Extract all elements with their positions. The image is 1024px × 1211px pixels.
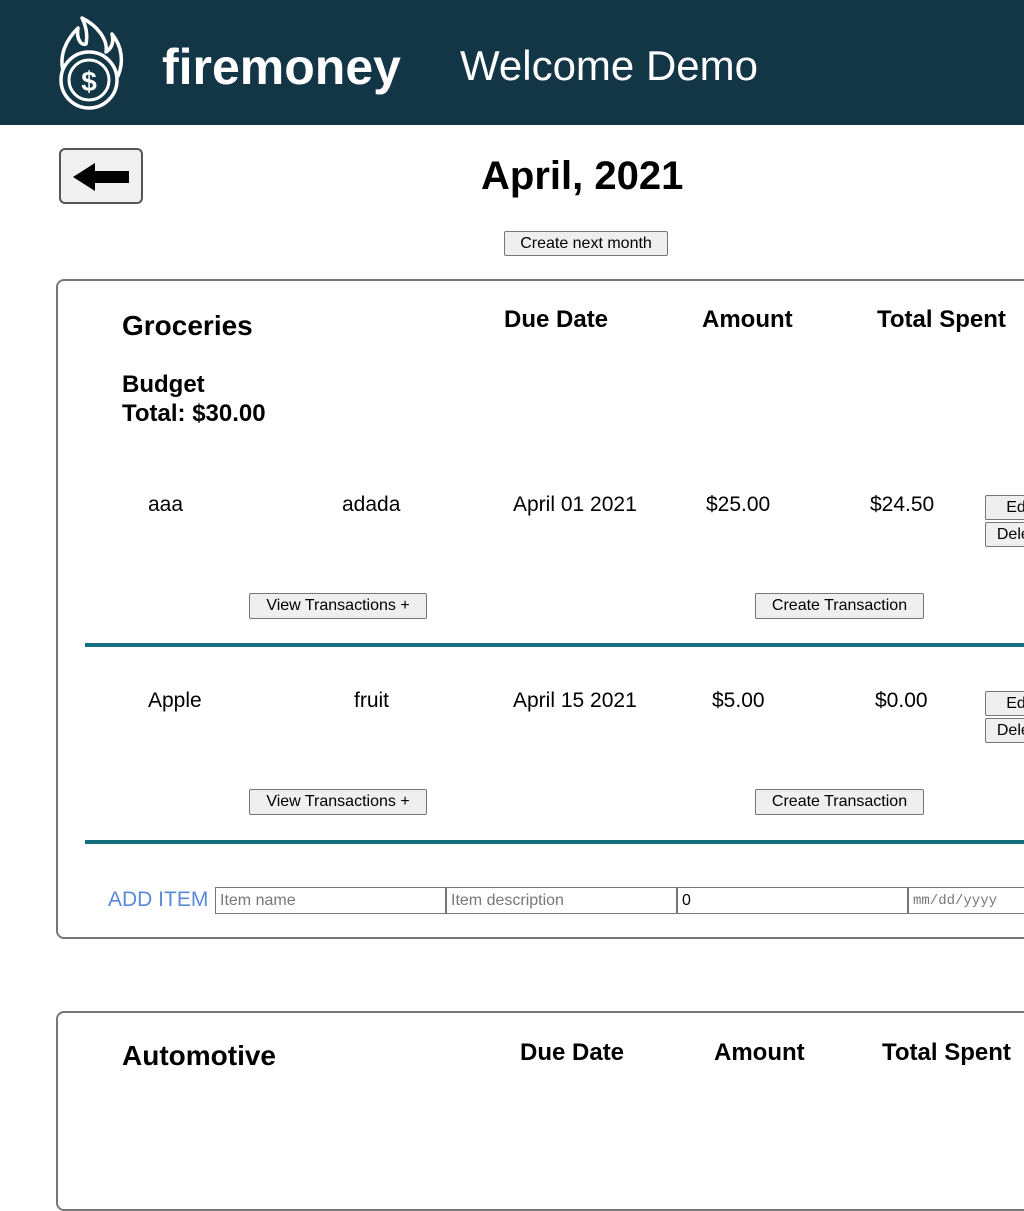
create-transaction-button[interactable]: Create Transaction	[755, 789, 924, 815]
column-header-amount: Amount	[714, 1039, 805, 1066]
create-transaction-button[interactable]: Create Transaction	[755, 593, 924, 619]
item-name: aaa	[148, 493, 184, 516]
create-next-month-button[interactable]: Create next month	[504, 231, 668, 256]
flame-dollar-coin-icon: $	[59, 16, 124, 110]
column-header-total-spent: Total Spent	[882, 1039, 1011, 1066]
column-header-due-date: Due Date	[504, 306, 609, 333]
edit-item-button[interactable]: Edit	[985, 495, 1024, 520]
svg-text:$: $	[81, 66, 97, 97]
column-header-amount: Amount	[702, 306, 793, 333]
welcome-message: Welcome Demo	[460, 42, 758, 89]
budget-label: Budget	[122, 371, 205, 398]
brand-name: firemoney	[162, 39, 401, 95]
view-transactions-button[interactable]: View Transactions +	[249, 789, 427, 815]
back-button[interactable]	[59, 148, 143, 204]
item-name-input[interactable]	[215, 887, 446, 914]
item-due-date: April 15 2021	[513, 689, 637, 712]
item-amount: $5.00	[712, 689, 765, 712]
row-divider	[85, 643, 1024, 647]
column-header-due-date: Due Date	[520, 1039, 625, 1066]
item-amount: $25.00	[706, 493, 771, 516]
budget-total: Total: $30.00	[122, 400, 266, 427]
item-due-date: April 01 2021	[513, 493, 637, 516]
arrow-left-icon	[73, 163, 129, 191]
item-total-spent: $24.50	[870, 493, 935, 516]
item-total-spent: $0.00	[875, 689, 928, 712]
row-divider	[85, 840, 1024, 844]
item-description: fruit	[354, 689, 390, 712]
item-description: adada	[342, 493, 401, 516]
item-due-date-input[interactable]	[908, 887, 1024, 914]
edit-item-button[interactable]: Edit	[985, 691, 1024, 716]
app-header: $ firemoney Welcome Demo	[0, 0, 1024, 125]
page-title: April, 2021	[481, 154, 684, 198]
delete-item-button[interactable]: Delete	[985, 522, 1024, 547]
item-amount-input[interactable]	[677, 887, 908, 914]
view-transactions-button[interactable]: View Transactions +	[249, 593, 427, 619]
category-title: Automotive	[122, 1040, 276, 1071]
item-name: Apple	[148, 689, 202, 712]
category-title: Groceries	[122, 310, 253, 341]
delete-item-button[interactable]: Delete	[985, 718, 1024, 743]
column-header-total-spent: Total Spent	[877, 306, 1006, 333]
add-item-label: ADD ITEM	[108, 888, 209, 911]
item-description-input[interactable]	[446, 887, 677, 914]
